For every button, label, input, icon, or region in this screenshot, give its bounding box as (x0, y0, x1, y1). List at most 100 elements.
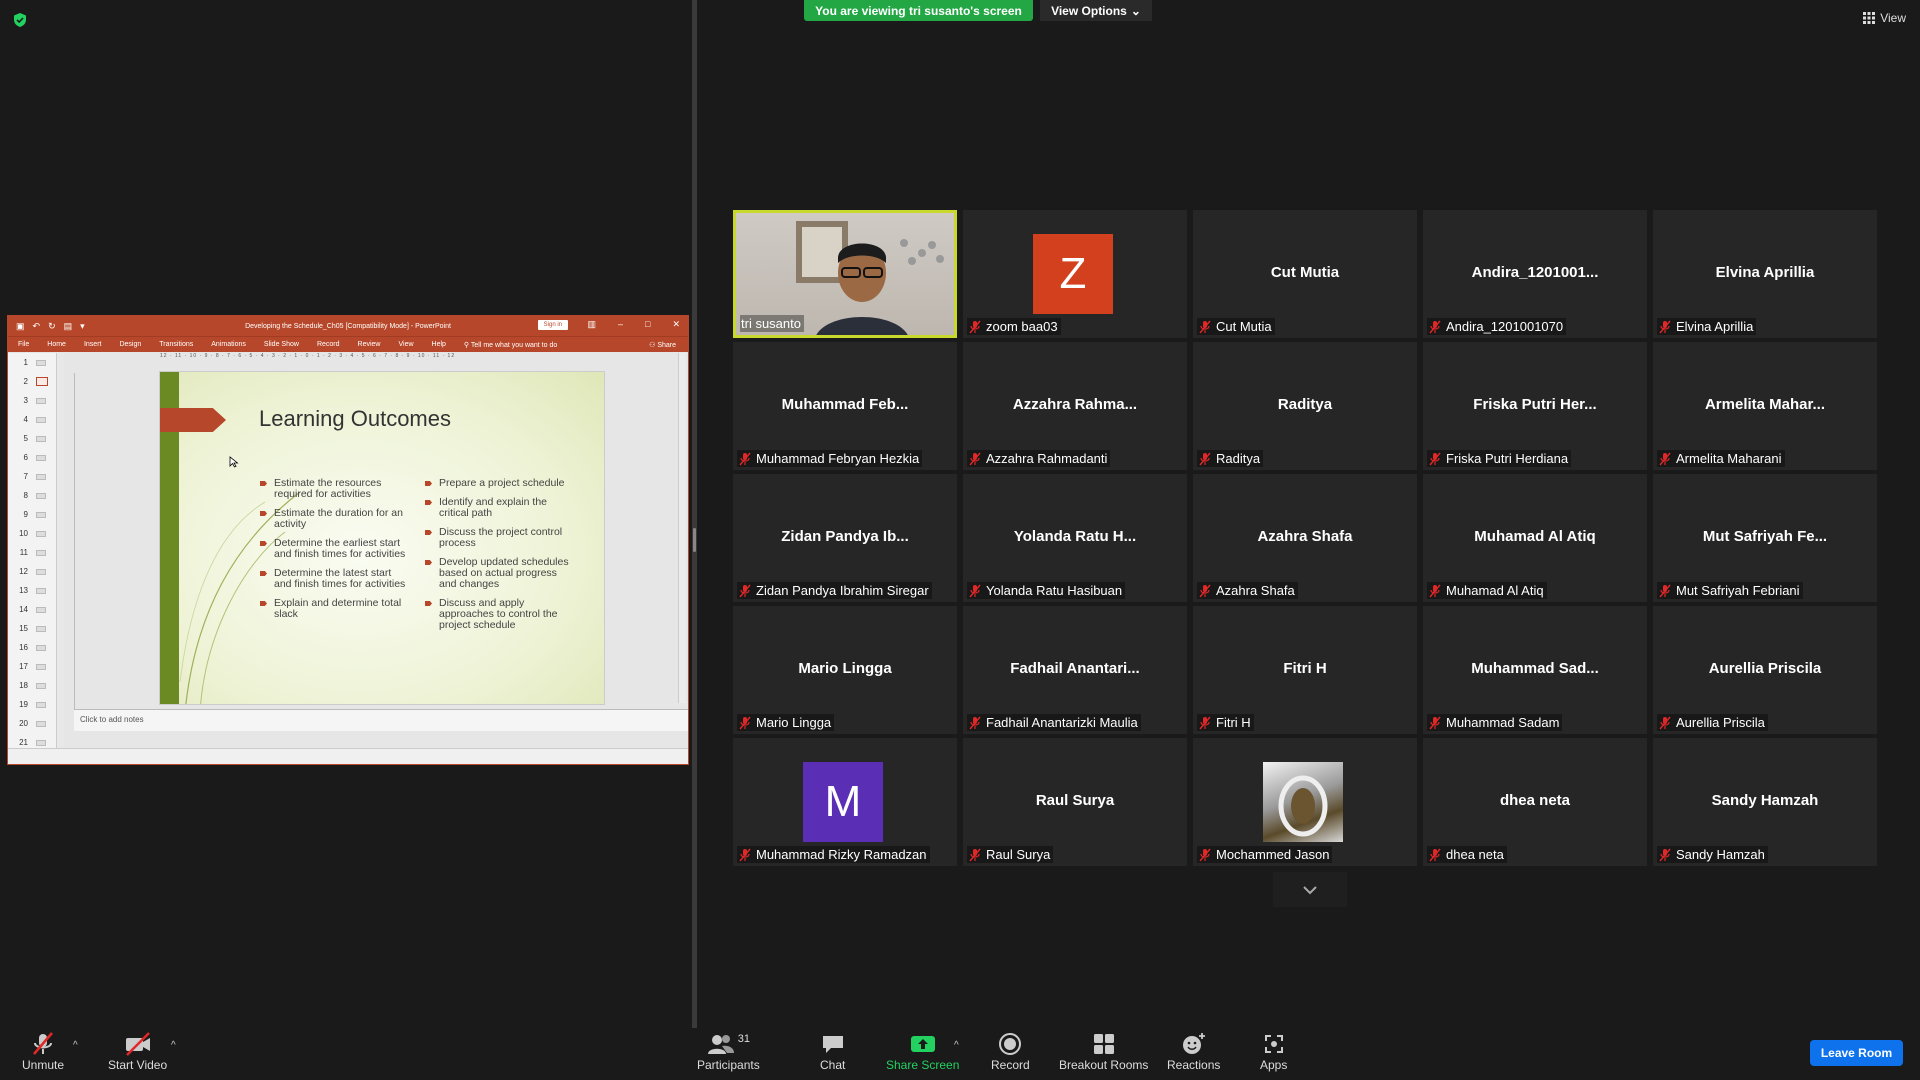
tab-animations[interactable]: Animations (211, 341, 246, 348)
close-icon[interactable]: ✕ (672, 319, 680, 330)
notes-pane[interactable]: Click to add notes (74, 709, 688, 731)
redo-icon[interactable]: ↻ (48, 321, 56, 332)
participant-tile[interactable]: Armelita Mahar... Armelita Maharani (1653, 342, 1877, 470)
participant-tile[interactable]: Zidan Pandya Ib... Zidan Pandya Ibrahim S… (733, 474, 957, 602)
slide-thumbnail[interactable]: 11 (8, 543, 63, 562)
slide-thumbnail[interactable]: 7 (8, 467, 63, 486)
reactions-button[interactable]: Reactions (1167, 1030, 1220, 1072)
participant-tile[interactable]: Raditya Raditya (1193, 342, 1417, 470)
slide-thumbnail[interactable]: 8 (8, 486, 63, 505)
tab-insert[interactable]: Insert (84, 341, 102, 348)
participant-tile[interactable]: Aurellia Priscila Aurellia Priscila (1653, 606, 1877, 734)
slide-thumbnail[interactable]: 20 (8, 714, 63, 733)
current-slide[interactable]: Learning Outcomes Estimate the resources… (159, 371, 605, 705)
participant-tile[interactable]: Cut Mutia Cut Mutia (1193, 210, 1417, 338)
apps-button[interactable]: Apps (1260, 1030, 1287, 1072)
gallery-next-page-button[interactable] (1273, 872, 1347, 907)
participant-tile[interactable]: Andira_1201001... Andira_1201001070 (1423, 210, 1647, 338)
slide-thumbnail[interactable]: 12 (8, 562, 63, 581)
tab-review[interactable]: Review (358, 341, 381, 348)
slide-thumbnail[interactable]: 9 (8, 505, 63, 524)
tab-file[interactable]: File (18, 341, 29, 348)
slide-thumbnail[interactable]: 16 (8, 638, 63, 657)
participant-tile[interactable]: Azzahra Rahma... Azzahra Rahmadanti (963, 342, 1187, 470)
tab-home[interactable]: Home (47, 341, 66, 348)
slide-thumbnail[interactable]: 3 (8, 391, 63, 410)
participant-tile[interactable]: Mochammed Jason (1193, 738, 1417, 866)
slide-thumbnail[interactable]: 4 (8, 410, 63, 429)
pane-resize-handle[interactable] (693, 528, 696, 552)
participant-tile[interactable]: Mut Safriyah Fe... Mut Safriyah Febriani (1653, 474, 1877, 602)
slide-number: 15 (19, 624, 28, 633)
participant-tile[interactable]: Azahra Shafa Azahra Shafa (1193, 474, 1417, 602)
participant-tile[interactable]: Mario Lingga Mario Lingga (733, 606, 957, 734)
slide-thumbnail[interactable]: 10 (8, 524, 63, 543)
undo-icon[interactable]: ↶ (33, 321, 41, 332)
slide-number: 13 (19, 586, 28, 595)
slide-thumbnail[interactable]: 18 (8, 676, 63, 695)
slide-mini-preview (36, 606, 46, 613)
minimize-icon[interactable]: – (618, 319, 623, 330)
slide-thumbnail[interactable]: 1 (8, 353, 63, 372)
customize-icon[interactable]: ▾ (80, 321, 85, 332)
tab-design[interactable]: Design (119, 341, 141, 348)
slide-thumbnail[interactable]: 6 (8, 448, 63, 467)
start-video-button[interactable]: Start Video (108, 1030, 167, 1072)
participant-display-name: Yolanda Ratu H... (1013, 528, 1137, 545)
participant-tile[interactable]: Friska Putri Her... Friska Putri Herdiana (1423, 342, 1647, 470)
participant-tile[interactable]: Raul Surya Raul Surya (963, 738, 1187, 866)
participants-button[interactable]: 31 Participants (697, 1030, 760, 1072)
participant-tile[interactable]: Yolanda Ratu H... Yolanda Ratu Hasibuan (963, 474, 1187, 602)
ppt-sign-in-button[interactable]: Sign in (537, 320, 568, 330)
participant-tile[interactable]: dhea neta dhea neta (1423, 738, 1647, 866)
slide-thumbnail[interactable]: 17 (8, 657, 63, 676)
present-icon[interactable]: ▤ (64, 321, 73, 332)
unmute-button[interactable]: Unmute (22, 1030, 64, 1072)
record-button[interactable]: Record (991, 1030, 1030, 1072)
slide-thumbnail[interactable]: 13 (8, 581, 63, 600)
tab-view[interactable]: View (398, 341, 413, 348)
thumbnail-scrollbar[interactable] (56, 353, 64, 748)
bullet-item: Explain and determine total slack (258, 598, 408, 620)
breakout-rooms-button[interactable]: Breakout Rooms (1059, 1030, 1148, 1072)
participant-tile[interactable]: M Muhammad Rizky Ramadzan (733, 738, 957, 866)
slide-thumbnail[interactable]: 14 (8, 600, 63, 619)
view-layout-button[interactable]: View (1863, 11, 1906, 25)
ppt-share-button[interactable]: ⚇ Share (649, 341, 676, 349)
maximize-icon[interactable]: □ (645, 319, 650, 330)
participant-tile[interactable]: tri susanto (733, 210, 957, 338)
tab-help[interactable]: Help (432, 341, 446, 348)
ribbon-display-icon[interactable]: ▥ (587, 319, 596, 330)
tab-record[interactable]: Record (317, 341, 340, 348)
participant-tile[interactable]: Fadhail Anantari... Fadhail Anantarizki M… (963, 606, 1187, 734)
reactions-label: Reactions (1167, 1058, 1221, 1072)
slide-thumbnail[interactable]: 2 (8, 372, 63, 391)
slide-number: 4 (23, 415, 28, 424)
tell-me-search[interactable]: ⚲ Tell me what you want to do (464, 341, 557, 349)
participant-tile[interactable]: Zzoom baa03 (963, 210, 1187, 338)
leave-room-button[interactable]: Leave Room (1810, 1040, 1903, 1066)
participant-label-text: Azzahra Rahmadanti (986, 451, 1108, 466)
share-screen-button[interactable]: Share Screen (886, 1030, 959, 1072)
participant-tile[interactable]: Sandy Hamzah Sandy Hamzah (1653, 738, 1877, 866)
participant-tile[interactable]: Muhammad Sad... Muhammad Sadam (1423, 606, 1647, 734)
video-options-caret-icon[interactable]: ^ (171, 1040, 176, 1051)
slide-thumbnail[interactable]: 5 (8, 429, 63, 448)
chat-button[interactable]: Chat (820, 1030, 845, 1072)
participant-tile[interactable]: Muhammad Feb... Muhammad Febryan Hezkia (733, 342, 957, 470)
security-shield-icon[interactable] (12, 12, 28, 28)
participant-tile[interactable]: Elvina Aprillia Elvina Aprillia (1653, 210, 1877, 338)
participant-tile[interactable]: Fitri H Fitri H (1193, 606, 1417, 734)
pane-divider[interactable] (692, 0, 697, 1028)
slide-thumbnail[interactable]: 15 (8, 619, 63, 638)
audio-options-caret-icon[interactable]: ^ (73, 1040, 78, 1051)
tab-slide-show[interactable]: Slide Show (264, 341, 299, 348)
slide-scrollbar[interactable] (678, 353, 686, 703)
view-options-button[interactable]: View Options ⌄ (1040, 0, 1152, 21)
participant-tile[interactable]: Muhamad Al Atiq Muhamad Al Atiq (1423, 474, 1647, 602)
tab-transitions[interactable]: Transitions (159, 341, 193, 348)
save-icon[interactable]: ▣ (16, 321, 25, 332)
share-options-caret-icon[interactable]: ^ (954, 1040, 959, 1051)
slide-thumbnail[interactable]: 19 (8, 695, 63, 714)
muted-mic-icon (969, 716, 981, 729)
